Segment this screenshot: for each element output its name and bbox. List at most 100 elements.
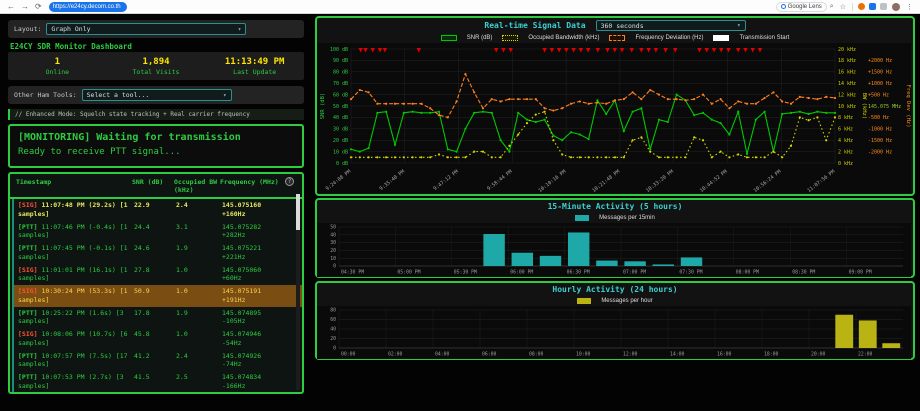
table-scrollbar-thumb[interactable] <box>296 194 300 230</box>
address-bar[interactable]: https://e24cy.decom.co.th <box>49 2 127 12</box>
cell-timestamp: [PTT] 10:07:57 PM (7.5s) [17 samples] <box>18 352 134 370</box>
realtime-chart-title: Real-time Signal Data <box>484 21 585 30</box>
last-update-time: 11:13:49 PM <box>225 57 285 67</box>
signal-tag: [SIG] <box>18 287 38 295</box>
time-window-select[interactable]: 360 seconds ▾ <box>596 20 746 31</box>
table-row[interactable]: [PTT] 10:07:53 PM (2.7s) [3 samples]41.5… <box>14 371 302 393</box>
dashboard-page: Layout: Graph Only ▾ E24CY SDR Monitor D… <box>0 14 920 411</box>
signal-table-body: [SIG] 11:07:48 PM (29.2s) [1 samples]22.… <box>12 199 302 394</box>
search-icon[interactable]: ⌕ <box>830 3 834 11</box>
cell-bw: 2.4 <box>176 352 222 370</box>
bandwidth-legend-label: Occupied Bandwidth (kHz) <box>528 35 599 41</box>
fifteen-min-legend-swatch <box>575 215 589 221</box>
cell-frequency: 145.075160+160Hz <box>222 201 300 219</box>
svg-text:70 dB: 70 dB <box>333 81 348 87</box>
extensions-puzzle-icon[interactable] <box>880 3 887 10</box>
cell-timestamp: [SIG] 11:01:01 PM (16.1s) [1 samples] <box>18 266 134 284</box>
table-row[interactable]: [PTT] 10:07:57 PM (7.5s) [17 samples]41.… <box>14 350 302 372</box>
svg-text:22:00: 22:00 <box>858 352 873 358</box>
signal-table-header: Timestamp SNR (dB) Occupied BW (kHz) Fre… <box>10 174 302 199</box>
cell-frequency: 145.075282+282Hz <box>222 223 300 241</box>
back-icon[interactable]: ← <box>7 0 15 14</box>
cell-bw: 2.4 <box>176 201 222 219</box>
profile-avatar[interactable] <box>892 3 900 11</box>
cell-frequency: 145.075060+60Hz <box>222 266 300 284</box>
svg-text:-2000 Hz: -2000 Hz <box>868 149 892 155</box>
cell-snr: 24.6 <box>134 244 176 262</box>
svg-text:18:00: 18:00 <box>764 352 779 358</box>
table-row[interactable]: [PTT] 10:07:46 PM (5.6s) [11 samples]45.… <box>14 393 302 394</box>
cell-bw: 2.5 <box>176 373 222 391</box>
fifteen-min-titlebar: 15-Minute Activity (5 hours) <box>317 200 913 213</box>
table-row[interactable]: [PTT] 11:07:45 PM (-0.1s) [1 samples]24.… <box>14 242 302 264</box>
signal-tag: [PTT] <box>18 244 38 252</box>
hourly-chart-svg: 02040608000:0002:0004:0006:0008:0010:001… <box>317 306 911 359</box>
toolbar-divider <box>852 3 853 11</box>
svg-text:0: 0 <box>333 346 336 352</box>
extension-icon-2[interactable] <box>869 3 876 10</box>
svg-text:0 dB: 0 dB <box>336 161 348 167</box>
chevron-down-icon: ▾ <box>737 22 741 29</box>
monitoring-ready-line: Ready to receive PTT signal... <box>18 147 294 157</box>
svg-text:14:00: 14:00 <box>670 352 685 358</box>
cell-bw: 1.9 <box>176 244 222 262</box>
realtime-chart-titlebar: Real-time Signal Data 360 seconds ▾ <box>317 18 913 33</box>
page-title: E24CY SDR Monitor Dashboard <box>10 42 132 51</box>
cell-frequency: 145.075191+191Hz <box>222 287 300 305</box>
svg-text:04:00: 04:00 <box>435 352 450 358</box>
table-row[interactable]: [SIG] 10:08:06 PM (10.7s) [6 samples]45.… <box>14 328 302 350</box>
layout-select[interactable]: Graph Only ▾ <box>46 23 246 35</box>
svg-text:05:00 PM: 05:00 PM <box>397 270 420 276</box>
forward-icon[interactable]: → <box>21 0 29 14</box>
table-row[interactable]: [SIG] 11:07:48 PM (29.2s) [1 samples]22.… <box>14 199 302 221</box>
svg-text:SNR (dB): SNR (dB) <box>320 93 326 120</box>
cell-frequency: 145.074895-105Hz <box>222 309 300 327</box>
help-icon[interactable]: ? <box>285 177 294 186</box>
cell-bw: 1.0 <box>176 287 222 305</box>
cell-frequency: 145.075221+221Hz <box>222 244 300 262</box>
extension-icon-1[interactable] <box>858 3 865 10</box>
tools-select[interactable]: Select a tool... ▾ <box>82 89 232 101</box>
svg-text:12 kHz: 12 kHz <box>838 92 856 98</box>
svg-text:02:00: 02:00 <box>388 352 403 358</box>
realtime-chart-legend: SNR (dB) Occupied Bandwidth (kHz) Freque… <box>317 33 913 43</box>
svg-text:40: 40 <box>330 327 336 333</box>
bookmark-star-icon[interactable]: ☆ <box>840 3 846 11</box>
signal-tag: [PTT] <box>18 352 38 360</box>
table-row[interactable]: [PTT] 11:07:46 PM (-0.4s) [1 samples]24.… <box>14 221 302 243</box>
svg-text:20: 20 <box>330 336 336 342</box>
table-row[interactable]: [SIG] 10:30:24 PM (53.3s) [1 samples]50.… <box>14 285 302 307</box>
cell-snr: 27.8 <box>134 266 176 284</box>
transmission-legend-swatch <box>713 35 729 41</box>
stat-online: 1 Online <box>8 52 107 80</box>
cell-timestamp: [PTT] 11:07:45 PM (-0.1s) [1 samples] <box>18 244 134 262</box>
signal-tag: [SIG] <box>18 266 38 274</box>
snr-legend-label: SNR (dB) <box>467 35 493 41</box>
svg-text:09:00 PM: 09:00 PM <box>849 270 872 276</box>
cell-snr: 41.2 <box>134 352 176 370</box>
svg-text:05:30 PM: 05:30 PM <box>454 270 477 276</box>
table-scrollbar-track[interactable] <box>296 194 300 390</box>
cell-timestamp: [PTT] 11:07:46 PM (-0.4s) [1 samples] <box>18 223 134 241</box>
svg-text:4 kHz: 4 kHz <box>838 138 853 144</box>
table-row[interactable]: [SIG] 11:01:01 PM (16.1s) [1 samples]27.… <box>14 264 302 286</box>
cell-bw: 1.9 <box>176 309 222 327</box>
google-lens-button[interactable]: Google Lens <box>776 2 827 12</box>
hourly-legend-label: Messages per hour <box>601 298 652 304</box>
svg-text:00:00: 00:00 <box>341 352 356 358</box>
fifteen-min-activity-panel: 15-Minute Activity (5 hours) Messages pe… <box>315 198 915 278</box>
fifteen-min-legend: Messages per 15min <box>317 213 913 223</box>
svg-text:08:00: 08:00 <box>529 352 544 358</box>
reload-icon[interactable]: ⟳ <box>35 0 42 14</box>
url-text: https://e24cy.decom.co.th <box>53 4 121 10</box>
svg-text:0: 0 <box>333 264 336 270</box>
fifteen-min-title: 15-Minute Activity (5 hours) <box>548 202 683 211</box>
svg-text:06:30 PM: 06:30 PM <box>567 270 590 276</box>
col-occupied-bw: Occupied BW (kHz) <box>174 178 220 194</box>
tools-select-value: Select a tool... <box>87 91 150 99</box>
svg-text:60: 60 <box>330 317 336 323</box>
menu-kebab-icon[interactable]: ⋮ <box>906 3 913 11</box>
cell-snr: 50.9 <box>134 287 176 305</box>
monitoring-status-line: [MONITORING] Waiting for transmission <box>18 132 294 143</box>
table-row[interactable]: [PTT] 10:25:22 PM (1.6s) [3 samples]17.8… <box>14 307 302 329</box>
